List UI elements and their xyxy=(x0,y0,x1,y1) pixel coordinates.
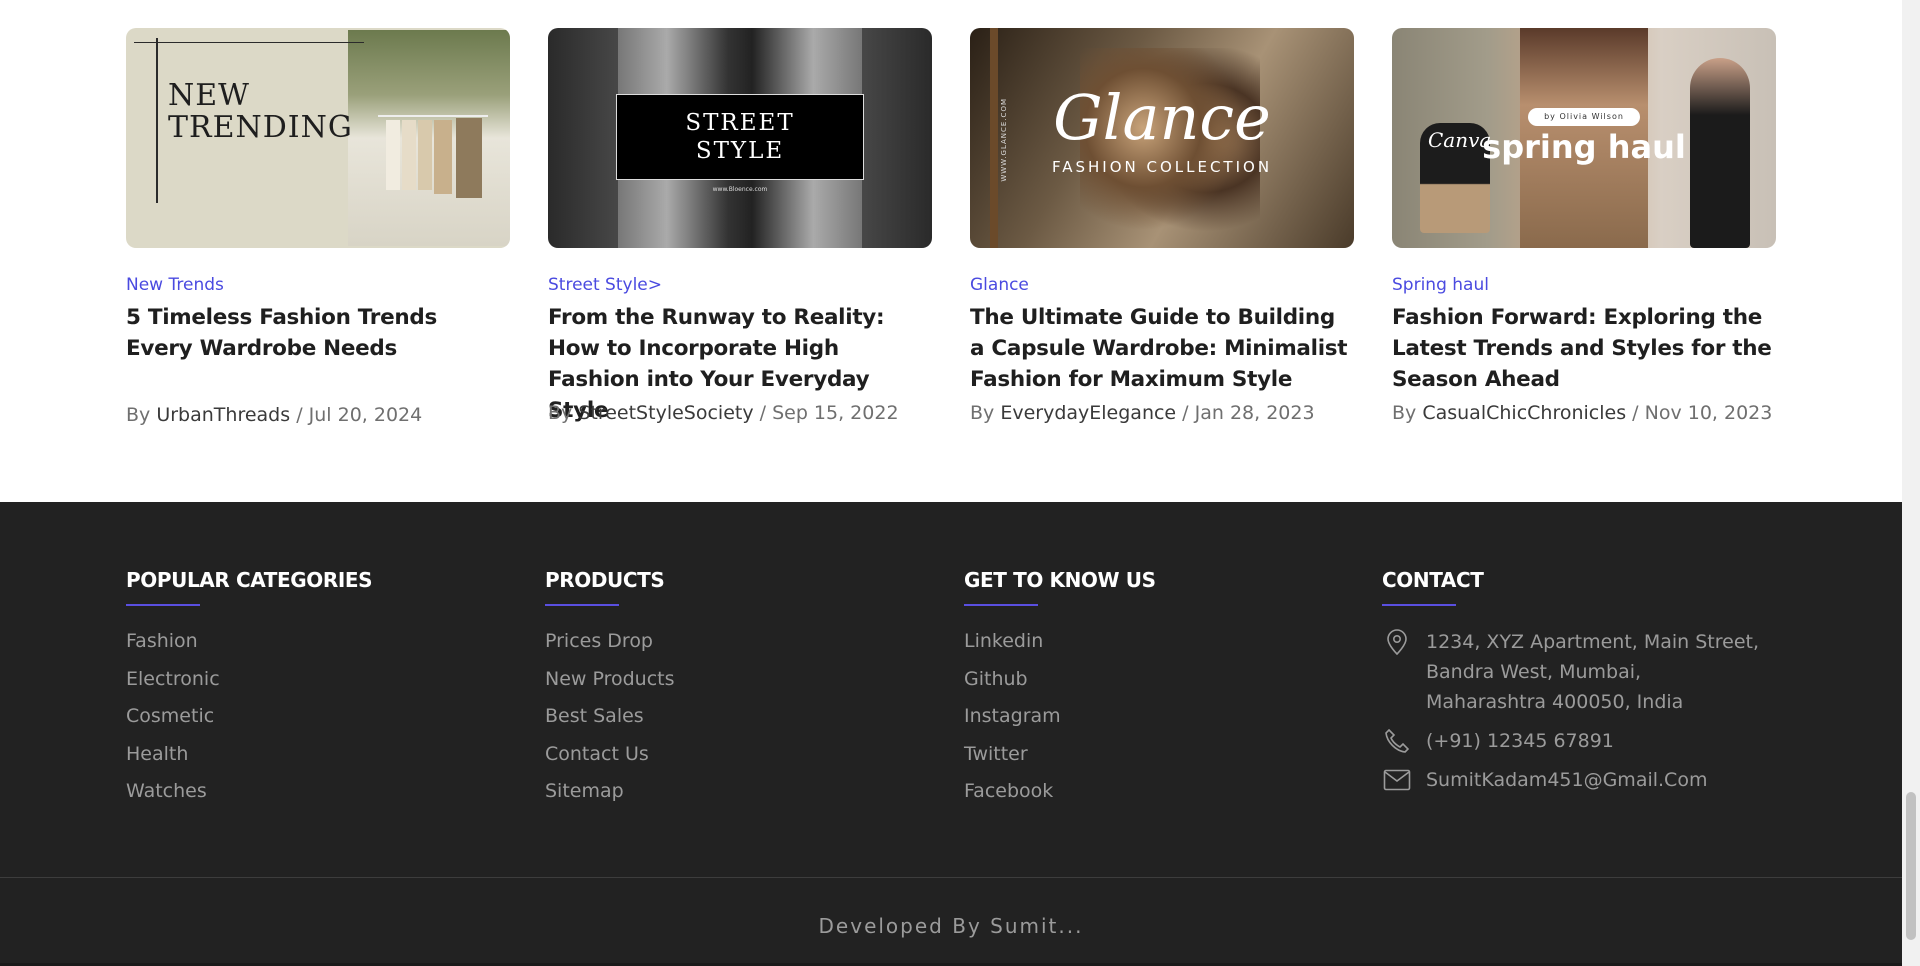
vertical-scrollbar[interactable] xyxy=(1902,0,1920,966)
post-title[interactable]: The Ultimate Guide to Building a Capsule… xyxy=(970,302,1354,395)
post-author[interactable]: StreetStyleSociety xyxy=(578,402,753,424)
page: NEW TRENDING New Trends 5 Timeless Fashi… xyxy=(0,0,1902,966)
decor-line xyxy=(134,42,364,43)
decor-line xyxy=(156,38,158,203)
blog-card[interactable]: NEW TRENDING New Trends 5 Timeless Fashi… xyxy=(126,28,510,426)
post-author[interactable]: CasualChicChronicles xyxy=(1422,402,1626,424)
copyright-text: Developed By Sumit... xyxy=(818,914,1084,938)
footer-link[interactable]: Cosmetic xyxy=(126,704,372,742)
title-underline xyxy=(126,604,200,606)
contact-phone: (+91) 12345 67891 xyxy=(1382,726,1759,756)
footer-column-title: CONTACT xyxy=(1382,568,1484,592)
blog-section: NEW TRENDING New Trends 5 Timeless Fashi… xyxy=(0,0,1902,502)
post-date: Jan 28, 2023 xyxy=(1194,402,1315,424)
thumbnail-headline: spring haul xyxy=(1482,128,1686,166)
clothes-rack-illustration xyxy=(378,115,488,198)
blog-card[interactable]: Canva by Olivia Wilson spring haul Sprin… xyxy=(1392,28,1776,424)
post-date: Sep 15, 2022 xyxy=(772,402,899,424)
footer-link[interactable]: Sitemap xyxy=(545,779,675,817)
scrollbar-thumb[interactable] xyxy=(1906,792,1916,940)
thumbnail-headline: NEW TRENDING xyxy=(168,78,353,145)
footer-link[interactable]: Health xyxy=(126,742,372,780)
footer-column-title: GET TO KNOW US xyxy=(964,568,1156,592)
mail-icon xyxy=(1382,765,1412,795)
footer-link[interactable]: Electronic xyxy=(126,667,372,705)
post-category[interactable]: New Trends xyxy=(126,274,510,296)
blog-card[interactable]: STREET STYLE www.Bloence.com Street Styl… xyxy=(548,28,932,426)
footer-divider xyxy=(0,877,1902,878)
title-underline xyxy=(545,604,619,606)
footer-column-products: PRODUCTS Prices Drop New Products Best S… xyxy=(545,568,675,817)
post-meta: By StreetStyleSociety / Sep 15, 2022 xyxy=(548,402,899,424)
footer-column-categories: POPULAR CATEGORIES Fashion Electronic Co… xyxy=(126,568,373,817)
post-meta: By EverydayElegance / Jan 28, 2023 xyxy=(970,402,1315,424)
post-category[interactable]: Street Style> xyxy=(548,274,932,296)
post-author[interactable]: EverydayElegance xyxy=(1000,402,1176,424)
blog-thumbnail[interactable]: NEW TRENDING xyxy=(126,28,510,248)
footer-link[interactable]: Watches xyxy=(126,779,372,817)
post-meta: By CasualChicChronicles / Nov 10, 2023 xyxy=(1392,402,1773,424)
footer-link[interactable]: Linkedin xyxy=(964,629,1156,667)
post-author[interactable]: UrbanThreads xyxy=(156,404,290,426)
title-underline xyxy=(1382,604,1456,606)
post-title[interactable]: 5 Timeless Fashion Trends Every Wardrobe… xyxy=(126,302,510,364)
post-date: Jul 20, 2024 xyxy=(308,404,423,426)
footer-link[interactable]: Fashion xyxy=(126,629,372,667)
phone-icon xyxy=(1382,726,1412,756)
footer-link[interactable]: Facebook xyxy=(964,779,1156,817)
post-meta: By UrbanThreads / Jul 20, 2024 xyxy=(126,404,423,426)
footer-column-get-to-know-us: GET TO KNOW US Linkedin Github Instagram… xyxy=(964,568,1156,817)
thumbnail-headline: Glance xyxy=(1053,81,1271,154)
blog-thumbnail[interactable]: STREET STYLE www.Bloence.com xyxy=(548,28,932,248)
footer-link-list: Linkedin Github Instagram Twitter Facebo… xyxy=(964,629,1156,817)
post-category[interactable]: Glance xyxy=(970,274,1354,296)
footer-link[interactable]: Best Sales xyxy=(545,704,675,742)
footer-column-title: PRODUCTS xyxy=(545,568,665,592)
post-date: Nov 10, 2023 xyxy=(1644,402,1773,424)
footer-link[interactable]: Prices Drop xyxy=(545,629,675,667)
blog-thumbnail[interactable]: WWW.GLANCE.COM Glance FASHION COLLECTION xyxy=(970,28,1354,248)
blog-thumbnail[interactable]: Canva by Olivia Wilson spring haul xyxy=(1392,28,1776,248)
thumbnail-headline: STREET STYLE xyxy=(616,94,864,180)
site-footer: POPULAR CATEGORIES Fashion Electronic Co… xyxy=(0,502,1902,966)
footer-link[interactable]: Github xyxy=(964,667,1156,705)
footer-link[interactable]: Contact Us xyxy=(545,742,675,780)
footer-link-list: Fashion Electronic Cosmetic Health Watch… xyxy=(126,629,372,817)
contact-email: SumitKadam451@Gmail.Com xyxy=(1382,765,1759,795)
blog-card[interactable]: WWW.GLANCE.COM Glance FASHION COLLECTION… xyxy=(970,28,1354,424)
footer-link[interactable]: Twitter xyxy=(964,742,1156,780)
location-pin-icon xyxy=(1382,627,1412,657)
footer-link-list: Prices Drop New Products Best Sales Cont… xyxy=(545,629,675,817)
footer-column-contact: CONTACT 1234, XYZ Apartment, Main Street… xyxy=(1382,568,1759,795)
footer-link[interactable]: New Products xyxy=(545,667,675,705)
post-title[interactable]: Fashion Forward: Exploring the Latest Tr… xyxy=(1392,302,1776,395)
post-category[interactable]: Spring haul xyxy=(1392,274,1776,296)
title-underline xyxy=(964,604,1038,606)
footer-link[interactable]: Instagram xyxy=(964,704,1156,742)
footer-column-title: POPULAR CATEGORIES xyxy=(126,568,373,592)
contact-address: 1234, XYZ Apartment, Main Street, Bandra… xyxy=(1382,627,1759,717)
